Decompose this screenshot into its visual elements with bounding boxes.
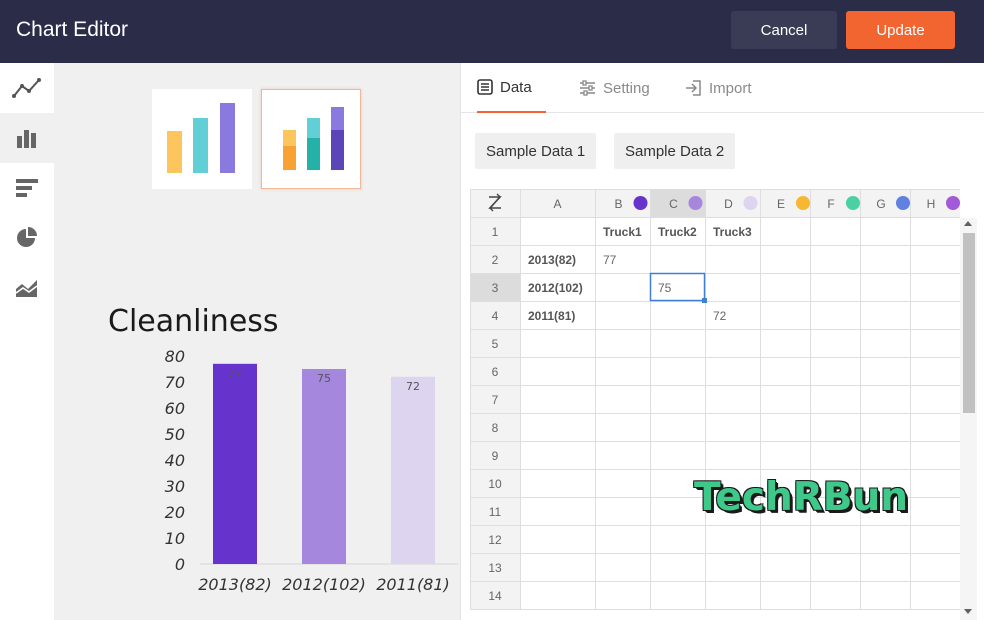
column-header-B[interactable]: B	[614, 197, 622, 211]
series-color-dot-icon[interactable]	[633, 196, 648, 210]
y-tick-label: 50	[165, 425, 185, 444]
column-header-G[interactable]: G	[876, 197, 885, 211]
y-tick-label: 80	[165, 349, 185, 366]
data-label: 72	[406, 380, 420, 393]
stacked-column-thumbnail-icon	[283, 107, 344, 170]
scroll-up-arrow-icon[interactable]	[964, 221, 972, 226]
series-color-dot-icon[interactable]	[796, 196, 810, 210]
thumbnail-grouped-column[interactable]	[152, 89, 252, 189]
row-header[interactable]: 14	[488, 589, 502, 603]
y-tick-label: 30	[165, 477, 185, 496]
scroll-down-arrow-icon[interactable]	[964, 609, 972, 614]
y-tick-label: 0	[175, 555, 185, 574]
tab-setting[interactable]: Setting	[579, 63, 650, 113]
grid-cell[interactable]: 77	[603, 253, 617, 267]
x-tick-label: 2011(81)	[376, 575, 450, 594]
series-color-dot-icon[interactable]	[743, 196, 758, 210]
line-chart-icon	[12, 78, 41, 98]
watermark-logo: TechRBun	[694, 475, 909, 520]
tab-data-label: Data	[500, 78, 532, 96]
row-header[interactable]: 13	[488, 561, 502, 575]
row-header[interactable]: 5	[492, 337, 499, 351]
row-header[interactable]: 2	[492, 253, 499, 267]
y-tick-label: 60	[165, 399, 185, 418]
y-tick-label: 20	[165, 503, 185, 522]
bar-2[interactable]	[391, 376, 435, 564]
thumbnail-stacked-column[interactable]	[261, 89, 361, 189]
column-header-bar	[470, 189, 960, 217]
grouped-column-thumbnail-icon	[167, 103, 235, 173]
grid-cell[interactable]: 2012(102)	[528, 281, 583, 295]
grid-cell[interactable]: 75	[658, 281, 672, 295]
import-icon	[686, 80, 701, 96]
y-tick-label: 10	[165, 529, 185, 548]
cancel-button[interactable]: Cancel	[731, 11, 837, 49]
bar-0[interactable]	[213, 363, 257, 564]
row-header[interactable]: 1	[492, 225, 499, 239]
pie-chart-icon	[17, 227, 37, 247]
row-header[interactable]: 10	[488, 477, 502, 491]
sidebar-item-area[interactable]	[0, 263, 54, 313]
grid-cell[interactable]: Truck1	[603, 225, 642, 239]
bar-chart-icon	[16, 179, 38, 197]
update-button[interactable]: Update	[846, 11, 955, 49]
y-tick-label: 70	[165, 373, 185, 392]
grid-cell[interactable]: Truck3	[713, 225, 752, 239]
sidebar-item-line[interactable]	[0, 63, 54, 113]
tab-import-label: Import	[709, 79, 752, 97]
sample-data-1-button[interactable]: Sample Data 1	[475, 133, 597, 169]
tab-setting-label: Setting	[603, 79, 650, 97]
sidebar-item-column[interactable]	[0, 113, 54, 163]
grid-cell[interactable]: 72	[713, 309, 727, 323]
data-label: 75	[317, 372, 331, 385]
row-header[interactable]: 7	[492, 393, 499, 407]
column-header-D[interactable]: D	[724, 197, 733, 211]
series-color-dot-icon[interactable]	[946, 196, 960, 210]
row-header[interactable]: 12	[488, 533, 502, 547]
column-header-A[interactable]: A	[553, 197, 561, 211]
grid-cell[interactable]: 2011(81)	[528, 309, 575, 323]
fill-handle[interactable]	[702, 298, 707, 303]
series-color-dot-icon[interactable]	[688, 196, 703, 210]
row-header[interactable]: 11	[489, 505, 502, 519]
grid-cell[interactable]: Truck2	[658, 225, 697, 239]
column-header-E[interactable]: E	[777, 197, 785, 211]
data-list-icon	[477, 79, 493, 95]
editor-tabs: Data Setting Import	[461, 63, 984, 113]
tab-data[interactable]: Data	[477, 63, 546, 113]
data-label: 77	[228, 367, 242, 380]
spreadsheet-grid[interactable]: A B C D E F G H1234567891011121314Truck1 Truck2 T…	[470, 189, 960, 620]
row-header[interactable]: 4	[492, 309, 499, 323]
chart-title: Cleanliness	[108, 304, 279, 339]
app-header: Chart Editor Cancel Update	[0, 0, 984, 63]
sidebar-item-pie[interactable]	[0, 213, 54, 263]
chart-type-sidebar	[0, 63, 54, 620]
grid-scrollbar-thumb[interactable]	[963, 233, 975, 413]
row-header[interactable]: 8	[492, 421, 499, 435]
area-chart-icon	[15, 280, 38, 297]
column-chart-icon	[17, 130, 36, 148]
row-header[interactable]: 3	[492, 281, 499, 295]
column-chart: 0 10 20 30 40 50 60 70 80 77 75 72 2013(82) 2012(10…	[165, 349, 458, 594]
tab-import[interactable]: Import	[685, 63, 752, 113]
bar-1[interactable]	[302, 369, 346, 564]
x-tick-label: 2012(102)	[282, 575, 366, 594]
chart-preview-panel: Cleanliness 0 10 20 30 40 50 60 70 80 77 75 72 201…	[54, 63, 460, 620]
x-tick-label: 2013(82)	[198, 575, 272, 594]
app-title: Chart Editor	[16, 18, 129, 41]
column-header-H[interactable]: H	[927, 197, 936, 211]
row-header[interactable]: 6	[492, 365, 499, 379]
sample-data-2-button[interactable]: Sample Data 2	[614, 133, 736, 169]
series-color-dot-icon[interactable]	[846, 196, 860, 210]
y-tick-label: 40	[165, 451, 185, 470]
column-header-C[interactable]: C	[669, 197, 678, 211]
grid-cell[interactable]: 2013(82)	[528, 253, 576, 267]
row-header[interactable]: 9	[492, 449, 499, 463]
sidebar-item-bar[interactable]	[0, 163, 54, 213]
column-header-F[interactable]: F	[827, 197, 834, 211]
series-color-dot-icon[interactable]	[896, 196, 910, 210]
sliders-icon	[580, 80, 595, 96]
